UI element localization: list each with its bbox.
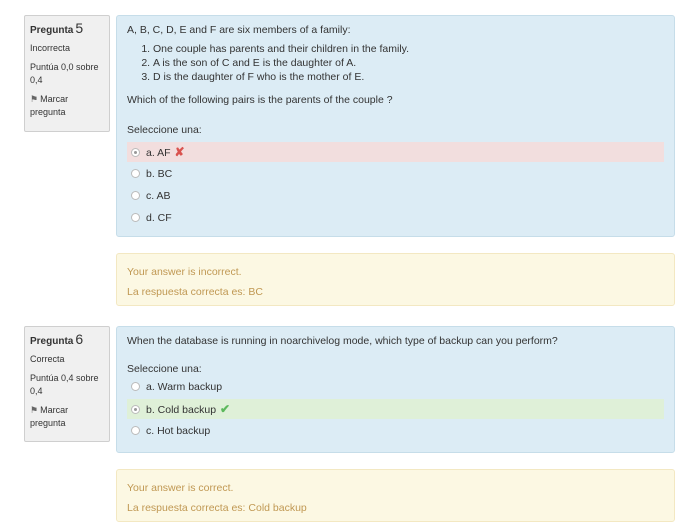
check-icon: ✔ [220, 402, 231, 416]
question-5-content: A, B, C, D, E and F are six members of a… [116, 15, 675, 237]
question-number-value: 6 [75, 331, 84, 347]
question-6-content: When the database is running in noarchiv… [116, 326, 675, 453]
option-label: b. BC [146, 168, 173, 180]
question-label: Pregunta [30, 336, 74, 347]
feedback-status: Your answer is incorrect. [127, 266, 242, 278]
answer-option-b[interactable]: b. BC [127, 164, 664, 184]
answer-option-b[interactable]: b. Cold backup ✔ [127, 399, 664, 419]
question-label: Pregunta [30, 25, 74, 36]
question-grade: Puntúa 0,4 sobre 0,4 [30, 373, 99, 396]
question-state: Incorrecta [30, 43, 71, 53]
question-text: Which of the following pairs is the pare… [127, 94, 393, 106]
radio-button[interactable] [131, 381, 140, 391]
fact-item: One couple has parents and their childre… [153, 42, 664, 56]
option-label: a. AF [146, 147, 171, 159]
flag-question-link[interactable]: ⚑ Marcar pregunta [30, 93, 104, 119]
option-label: a. Warm backup [146, 381, 223, 393]
feedback-status: Your answer is correct. [127, 482, 234, 494]
flag-icon: ⚑ [30, 94, 39, 104]
answer-options: a. Warm backup b. Cold backup ✔ c. Hot ba… [127, 377, 664, 441]
option-label: c. Hot backup [146, 425, 211, 437]
answer-option-d[interactable]: d. CF [127, 208, 664, 228]
feedback-correct-answer: La respuesta correcta es: BC [127, 286, 263, 298]
question-5-info: Pregunta 5 Incorrecta Puntúa 0,0 sobre 0,… [24, 15, 110, 132]
question-grade: Puntúa 0,0 sobre 0,4 [30, 62, 99, 85]
feedback-correct-answer: La respuesta correcta es: Cold backup [127, 502, 307, 514]
answer-options: a. AF ✘ b. BC c. AB d. CF [127, 142, 664, 228]
cross-icon: ✘ [174, 145, 185, 159]
fact-item: A is the son of C and E is the daughter … [153, 56, 664, 70]
radio-button[interactable] [131, 212, 140, 222]
question-number-value: 5 [75, 20, 84, 36]
answer-option-c[interactable]: c. AB [127, 186, 664, 206]
question-number: Pregunta 5 [30, 20, 104, 36]
question-number: Pregunta 6 [30, 331, 104, 347]
radio-button[interactable] [131, 190, 140, 200]
radio-button[interactable] [131, 147, 140, 157]
question-intro: A, B, C, D, E and F are six members of a… [127, 24, 351, 36]
question-6-feedback: Your answer is correct. La respuesta cor… [116, 469, 675, 522]
fact-item: D is the daughter of F who is the mother… [153, 70, 664, 84]
answer-option-a[interactable]: a. AF ✘ [127, 142, 664, 162]
select-label: Seleccione una: [127, 363, 202, 375]
radio-button[interactable] [131, 425, 140, 435]
option-label: c. AB [146, 190, 171, 202]
flag-question-link[interactable]: ⚑ Marcar pregunta [30, 404, 104, 430]
question-5-feedback: Your answer is incorrect. La respuesta c… [116, 253, 675, 306]
flag-icon: ⚑ [30, 405, 39, 415]
option-label: b. Cold backup [146, 404, 217, 416]
question-6-info: Pregunta 6 Correcta Puntúa 0,4 sobre 0,4 … [24, 326, 110, 442]
radio-button[interactable] [131, 404, 140, 414]
option-label: d. CF [146, 212, 172, 224]
answer-option-a[interactable]: a. Warm backup [127, 377, 664, 397]
question-text: When the database is running in noarchiv… [127, 335, 558, 347]
question-state: Correcta [30, 354, 65, 364]
answer-option-c[interactable]: c. Hot backup [127, 421, 664, 441]
select-label: Seleccione una: [127, 124, 202, 136]
facts-list: One couple has parents and their childre… [127, 42, 664, 84]
radio-button[interactable] [131, 168, 140, 178]
